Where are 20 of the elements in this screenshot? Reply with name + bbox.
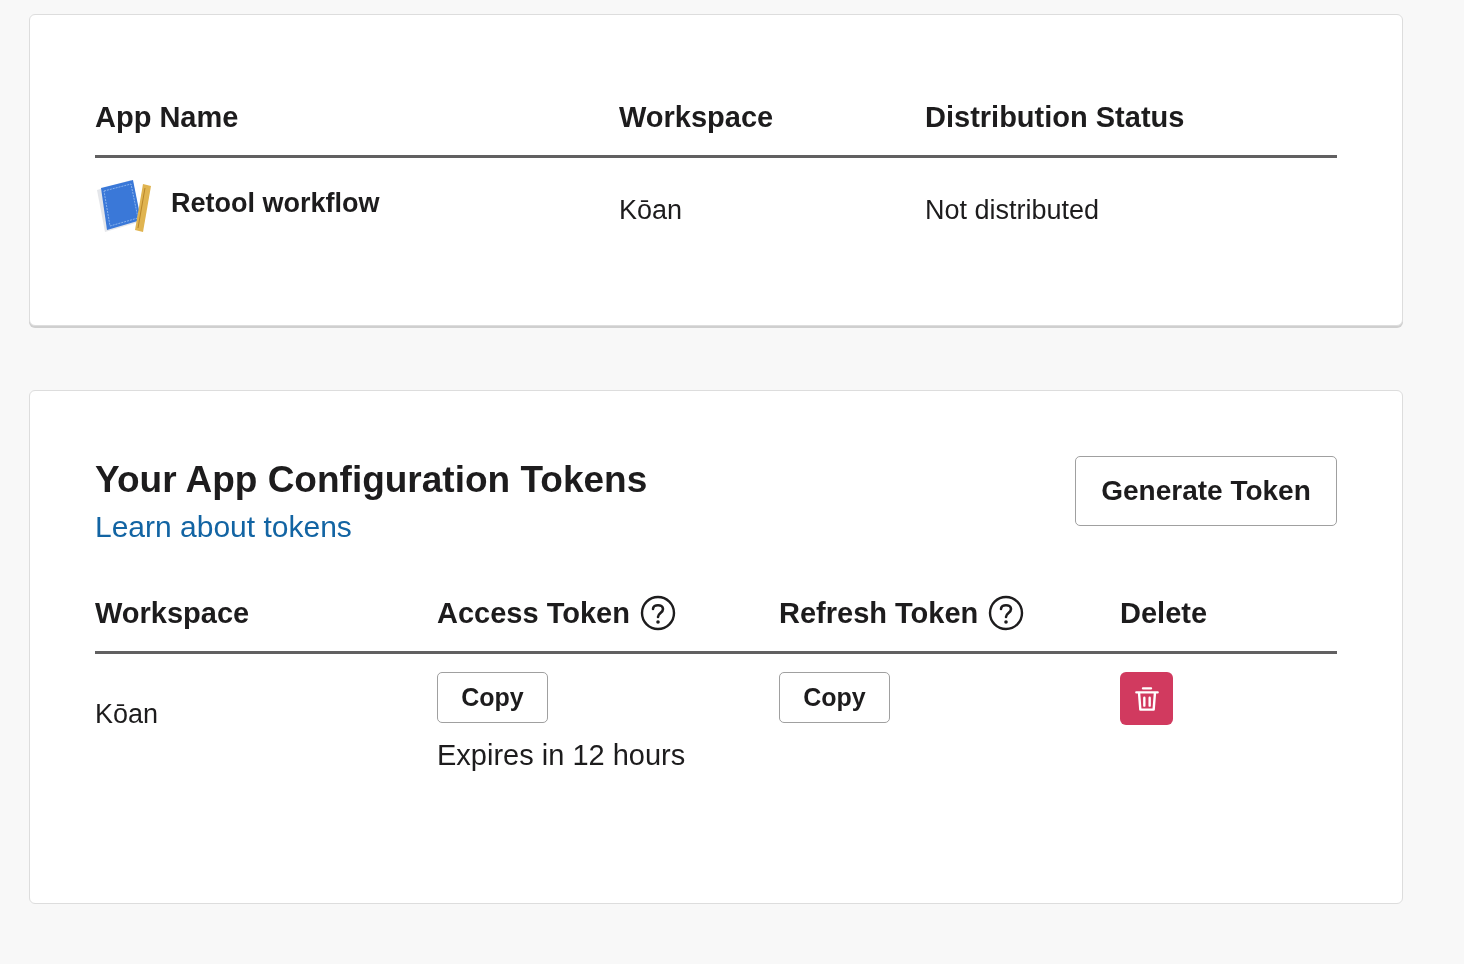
- copy-button[interactable]: Copy: [779, 672, 890, 723]
- column-header: Workspace: [95, 596, 250, 631]
- column-header: Refresh Token: [779, 596, 979, 631]
- help-icon[interactable]: [988, 595, 1025, 631]
- table-cell-text: Kōan: [619, 194, 684, 227]
- app-name[interactable]: Retool workflow: [171, 187, 380, 225]
- copy-button[interactable]: Copy: [437, 672, 548, 723]
- learn-link[interactable]: Learn about tokens: [95, 507, 352, 547]
- column-header: Distribution Status: [925, 100, 1186, 135]
- table-cell-text: Not distributed: [925, 194, 1101, 227]
- help-icon[interactable]: [639, 595, 676, 631]
- section-title: Your App Configuration Tokens: [95, 458, 648, 502]
- expiry-text: Expires in 12 hours: [437, 738, 686, 773]
- table-cell-text: Kōan: [95, 698, 160, 731]
- column-header: Access Token: [437, 596, 630, 631]
- delete-button[interactable]: [1120, 672, 1173, 725]
- column-header: Workspace: [619, 100, 775, 135]
- column-header: App Name: [95, 100, 240, 135]
- column-header: Delete: [1120, 596, 1208, 631]
- generate-token-button[interactable]: Generate Token: [1075, 456, 1337, 526]
